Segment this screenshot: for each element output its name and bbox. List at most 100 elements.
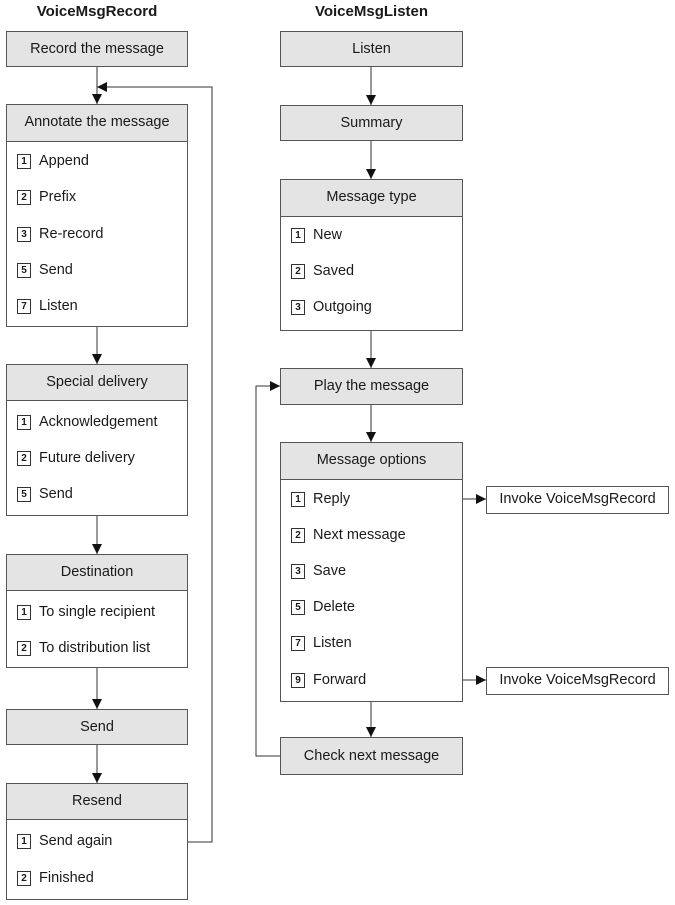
step-listen: Listen (280, 31, 463, 67)
arrowhead-icon (366, 727, 376, 737)
keypad-key-icon: 7 (17, 298, 31, 314)
option-label: Saved (313, 263, 355, 279)
step-annotate-the-message: Annotate the message 1 Append 2 Prefix 3 Re-re… (6, 104, 188, 327)
step-header: Message type (281, 180, 462, 217)
menu-option-re-record: 3 Re-record (17, 226, 103, 242)
step-record-the-message: Record the message (6, 31, 188, 67)
arrowhead-icon (270, 381, 280, 391)
keypad-key-icon: 1 (17, 414, 31, 430)
menu-option-send: 5 Send (17, 262, 73, 278)
menu-option-acknowledgement: 1 Acknowledgement (17, 414, 158, 430)
keypad-key-icon: 2 (291, 263, 305, 279)
option-label: Send (39, 262, 73, 278)
step-header: Destination (7, 555, 187, 591)
menu-option-saved: 2 Saved (291, 263, 354, 279)
menu-option-next-message: 2 Next message (291, 527, 406, 543)
voicemsglisten-title: VoiceMsgListen (314, 3, 429, 20)
option-label: To single recipient (39, 604, 156, 620)
arrowhead-icon (92, 94, 102, 104)
keypad-key-icon: 1 (17, 833, 31, 849)
menu-option-delete: 5 Delete (291, 599, 355, 615)
step-header: Listen (281, 32, 462, 66)
option-label: Forward (313, 672, 367, 688)
menu-option-finished: 2 Finished (17, 870, 94, 886)
keypad-key-icon: 1 (17, 153, 31, 169)
option-label: Listen (39, 298, 78, 314)
arrowhead-icon (476, 675, 486, 685)
step-destination: Destination 1 To single recipient 2 To distr… (6, 554, 188, 668)
option-label: Listen (313, 635, 352, 651)
menu-option-reply: 1 Reply (291, 491, 350, 507)
menu-option-forward: 9 Forward (291, 672, 366, 688)
step-message-options: Message options 1 Reply 2 Next message 3 Save 5… (280, 442, 463, 702)
arrowhead-icon (92, 699, 102, 709)
step-header: Send (7, 710, 187, 744)
arrowhead-icon (366, 169, 376, 179)
option-label: Send again (39, 833, 113, 849)
option-label: Outgoing (313, 299, 372, 315)
invoke-voicemsgrecord-box: Invoke VoiceMsgRecord (486, 667, 669, 695)
option-label: Future delivery (39, 450, 135, 466)
option-label: Next message (313, 527, 406, 543)
keypad-key-icon: 7 (291, 635, 305, 651)
keypad-key-icon: 1 (17, 604, 31, 620)
step-header: Annotate the message (7, 105, 187, 142)
step-header: Resend (7, 784, 187, 820)
keypad-key-icon: 2 (17, 640, 31, 656)
option-label: Delete (313, 599, 355, 615)
menu-option-outgoing: 3 Outgoing (291, 299, 372, 315)
menu-option-to-distribution-list: 2 To distribution list (17, 640, 150, 656)
step-header: Record the message (7, 32, 187, 66)
arrowhead-icon (366, 95, 376, 105)
keypad-key-icon: 2 (17, 870, 31, 886)
option-label: New (313, 227, 343, 243)
step-summary: Summary (280, 105, 463, 141)
step-header: Play the message (281, 369, 462, 404)
keypad-key-icon: 2 (17, 450, 31, 466)
arrowhead-icon (92, 354, 102, 364)
menu-option-future-delivery: 2 Future delivery (17, 450, 135, 466)
step-special-delivery: Special delivery 1 Acknowledgement 2 Future … (6, 364, 188, 516)
option-label: Finished (39, 870, 94, 886)
step-resend: Resend 1 Send again 2 Finished (6, 783, 188, 900)
step-header: Special delivery (7, 365, 187, 401)
keypad-key-icon: 2 (17, 189, 31, 205)
step-message-type: Message type 1 New 2 Saved 3 Outgoing (280, 179, 463, 331)
option-label: Re-record (39, 226, 104, 242)
arrowhead-icon (97, 82, 107, 92)
check-next-loop-connector (255, 385, 280, 757)
step-send: Send (6, 709, 188, 745)
arrowhead-icon (476, 494, 486, 504)
arrowhead-icon (366, 432, 376, 442)
keypad-key-icon: 3 (291, 563, 305, 579)
step-play-the-message: Play the message (280, 368, 463, 405)
option-label: To distribution list (39, 640, 151, 656)
keypad-key-icon: 5 (17, 262, 31, 278)
keypad-key-icon: 9 (291, 672, 305, 688)
keypad-key-icon: 2 (291, 527, 305, 543)
keypad-key-icon: 1 (291, 491, 305, 507)
menu-option-to-single-recipient: 1 To single recipient (17, 604, 155, 620)
menu-option-save: 3 Save (291, 563, 346, 579)
step-header: Message options (281, 443, 462, 480)
menu-option-prefix: 2 Prefix (17, 189, 76, 205)
menu-option-send-again: 1 Send again (17, 833, 112, 849)
menu-option-new: 1 New (291, 227, 342, 243)
arrowhead-icon (366, 358, 376, 368)
option-label: Save (313, 563, 347, 579)
option-label: Send (39, 486, 73, 502)
keypad-key-icon: 1 (291, 227, 305, 243)
voicemsgrecord-title: VoiceMsgRecord (36, 3, 158, 20)
step-header: Summary (281, 106, 462, 140)
step-header: Check next message (281, 738, 462, 774)
menu-option-listen: 7 Listen (17, 298, 78, 314)
arrowhead-icon (92, 544, 102, 554)
step-check-next-message: Check next message (280, 737, 463, 775)
menu-option-send: 5 Send (17, 486, 73, 502)
keypad-key-icon: 5 (291, 599, 305, 615)
invoke-voicemsgrecord-box: Invoke VoiceMsgRecord (486, 486, 669, 514)
menu-option-append: 1 Append (17, 153, 89, 169)
keypad-key-icon: 3 (17, 226, 31, 242)
option-label: Append (39, 153, 89, 169)
option-label: Acknowledgement (39, 414, 158, 430)
